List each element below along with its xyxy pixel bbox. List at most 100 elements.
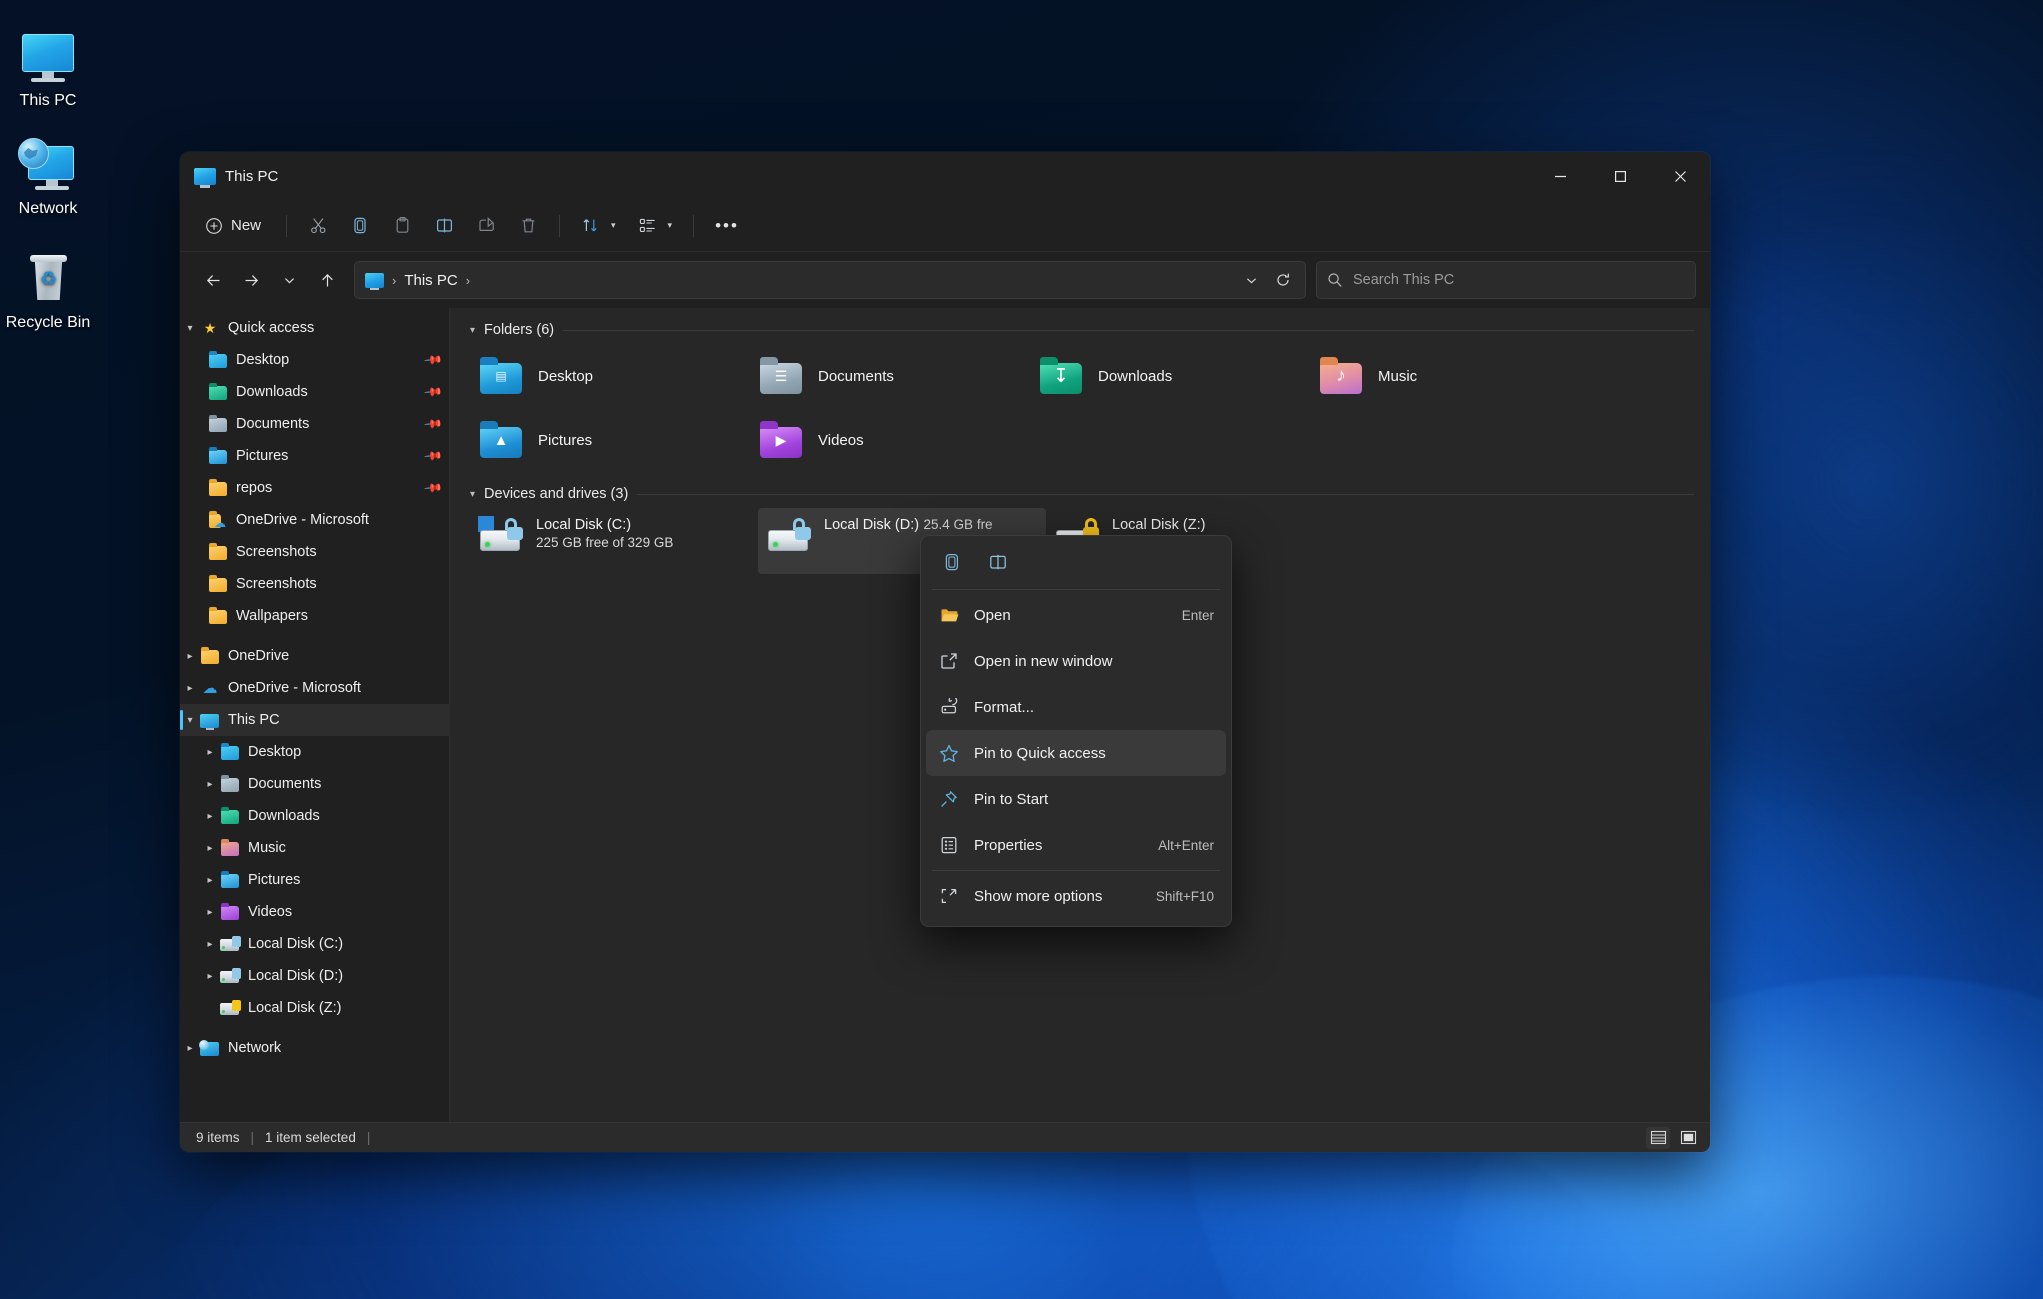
sidebar-group-quick-access[interactable]: ▾ ★ Quick access xyxy=(180,312,449,344)
pin-icon: 📌 xyxy=(423,349,444,371)
sidebar-item-network[interactable]: ▸ Network xyxy=(180,1032,449,1064)
folder-yellow-icon xyxy=(208,478,228,497)
back-button[interactable] xyxy=(194,263,232,297)
chevron-right-icon[interactable]: ▸ xyxy=(200,811,220,822)
group-header-folders[interactable]: ▾ Folders (6) xyxy=(470,322,1694,338)
chevron-down-icon[interactable]: ▾ xyxy=(180,323,200,334)
desktop-icon-recycle-bin[interactable]: ♻ Recycle Bin xyxy=(0,252,101,332)
search-box[interactable]: Search This PC xyxy=(1316,261,1696,299)
sidebar-item-thispc-videos[interactable]: ▸ Videos xyxy=(180,896,449,928)
folder-tile-videos[interactable]: ▶ Videos xyxy=(750,408,1030,472)
context-menu-item-pin-to-quick-access[interactable]: Pin to Quick access xyxy=(926,730,1226,776)
sidebar-item-thispc-documents[interactable]: ▸ Documents xyxy=(180,768,449,800)
chevron-right-icon[interactable]: ▸ xyxy=(200,971,220,982)
chevron-down-icon[interactable]: ▾ xyxy=(470,325,475,336)
chevron-right-icon[interactable]: ▸ xyxy=(180,651,200,662)
view-button[interactable]: ▾ xyxy=(628,208,683,244)
address-bar[interactable]: › This PC › xyxy=(354,261,1306,299)
monitor-icon xyxy=(18,30,78,88)
desktop-icon-network[interactable]: Network xyxy=(0,138,101,218)
sidebar-item-this-pc[interactable]: ▾ This PC xyxy=(180,704,449,736)
drive-free-text: 25.4 GB fre xyxy=(923,517,993,532)
recent-locations-button[interactable] xyxy=(270,263,308,297)
sidebar-item-thispc-downloads[interactable]: ▸ Downloads xyxy=(180,800,449,832)
chevron-right-icon[interactable]: ▸ xyxy=(180,683,200,694)
folder-tile-downloads[interactable]: ↧ Downloads xyxy=(1030,344,1310,408)
new-button[interactable]: New xyxy=(194,208,275,244)
sidebar-item-repos[interactable]: repos 📌 xyxy=(180,472,449,504)
sidebar-item-thispc-desktop[interactable]: ▸ Desktop xyxy=(180,736,449,768)
refresh-button[interactable] xyxy=(1267,265,1299,295)
chevron-right-icon[interactable]: ▸ xyxy=(200,843,220,854)
maximize-button[interactable] xyxy=(1590,152,1650,200)
sidebar-item-desktop[interactable]: Desktop 📌 xyxy=(180,344,449,376)
context-menu-item-properties[interactable]: Properties Alt+Enter xyxy=(926,822,1226,868)
drive-name: Local Disk (C:) xyxy=(536,517,632,533)
group-header-drives[interactable]: ▾ Devices and drives (3) xyxy=(470,486,1694,502)
chevron-right-icon[interactable]: ▸ xyxy=(200,779,220,790)
network-globe-icon xyxy=(18,138,78,196)
window-title: This PC xyxy=(225,167,279,185)
details-view-button[interactable] xyxy=(1646,1126,1670,1149)
folder-green-icon xyxy=(208,382,228,401)
sidebar-item-onedrive-microsoft[interactable]: ☁ OneDrive - Microsoft xyxy=(180,504,449,536)
chevron-right-icon[interactable]: ▸ xyxy=(180,1043,200,1054)
sidebar-item-onedrive[interactable]: ▸ OneDrive xyxy=(180,640,449,672)
chevron-right-icon[interactable]: ▸ xyxy=(200,747,220,758)
sidebar-item-downloads[interactable]: Downloads 📌 xyxy=(180,376,449,408)
cut-button[interactable] xyxy=(298,208,338,244)
delete-button[interactable] xyxy=(508,208,548,244)
search-icon xyxy=(1328,273,1342,287)
sidebar-label: Downloads xyxy=(248,808,320,824)
chevron-right-icon[interactable]: ▸ xyxy=(200,939,220,950)
sidebar-item-local-disk-z[interactable]: Local Disk (Z:) xyxy=(180,992,449,1024)
pin-icon: 📌 xyxy=(423,381,444,403)
address-dropdown-button[interactable] xyxy=(1235,265,1267,295)
sidebar-item-local-disk-d[interactable]: ▸ Local Disk (D:) xyxy=(180,960,449,992)
close-button[interactable] xyxy=(1650,152,1710,200)
sidebar-item-onedrive-microsoft-root[interactable]: ▸ ☁ OneDrive - Microsoft xyxy=(180,672,449,704)
sidebar-item-thispc-pictures[interactable]: ▸ Pictures xyxy=(180,864,449,896)
minimize-button[interactable] xyxy=(1530,152,1590,200)
folder-tile-pictures[interactable]: ▲ Pictures xyxy=(470,408,750,472)
rename-button[interactable] xyxy=(424,208,464,244)
share-button[interactable] xyxy=(466,208,506,244)
rename-button[interactable] xyxy=(976,545,1020,579)
folder-tile-music[interactable]: ♪ Music xyxy=(1310,344,1590,408)
search-input-placeholder[interactable]: Search This PC xyxy=(1353,272,1454,288)
breadcrumb-separator[interactable]: › xyxy=(466,273,470,288)
breadcrumb-separator: › xyxy=(392,272,397,288)
navigation-pane[interactable]: ▾ ★ Quick access Desktop 📌 Downloads 📌 D… xyxy=(180,308,450,1122)
forward-button[interactable] xyxy=(232,263,270,297)
folder-picture-icon xyxy=(208,446,228,465)
folder-tile-documents[interactable]: ☰ Documents xyxy=(750,344,1030,408)
sidebar-item-thispc-music[interactable]: ▸ Music xyxy=(180,832,449,864)
sidebar-item-documents[interactable]: Documents 📌 xyxy=(180,408,449,440)
paste-button[interactable] xyxy=(382,208,422,244)
network-icon xyxy=(199,1039,220,1057)
sidebar-item-screenshots-1[interactable]: Screenshots xyxy=(180,536,449,568)
context-menu-item-show-more-options[interactable]: Show more options Shift+F10 xyxy=(926,873,1226,919)
sidebar-item-pictures[interactable]: Pictures 📌 xyxy=(180,440,449,472)
chevron-right-icon[interactable]: ▸ xyxy=(200,875,220,886)
chevron-right-icon[interactable]: ▸ xyxy=(200,907,220,918)
sidebar-item-wallpapers[interactable]: Wallpapers xyxy=(180,600,449,632)
breadcrumb-this-pc[interactable]: This PC xyxy=(404,272,457,289)
context-menu-item-open-in-new-window[interactable]: Open in new window xyxy=(926,638,1226,684)
desktop-icon-this-pc[interactable]: This PC xyxy=(0,30,101,110)
context-menu-item-pin-to-start[interactable]: Pin to Start xyxy=(926,776,1226,822)
chevron-down-icon[interactable]: ▾ xyxy=(180,715,200,726)
large-icons-view-button[interactable] xyxy=(1676,1127,1700,1149)
folder-tile-desktop[interactable]: ▤ Desktop xyxy=(470,344,750,408)
copy-button[interactable] xyxy=(340,208,380,244)
context-menu-item-open[interactable]: Open Enter xyxy=(926,592,1226,638)
copy-button[interactable] xyxy=(930,545,974,579)
more-button[interactable]: ••• xyxy=(705,208,749,244)
sort-button[interactable]: ▾ xyxy=(571,208,626,244)
context-menu-item-format[interactable]: Format... xyxy=(926,684,1226,730)
up-button[interactable] xyxy=(308,263,346,297)
sidebar-item-local-disk-c[interactable]: ▸ Local Disk (C:) xyxy=(180,928,449,960)
drive-tile-local-disk-c[interactable]: Local Disk (C:) 225 GB free of 329 GB xyxy=(470,508,758,574)
sidebar-item-screenshots-2[interactable]: Screenshots xyxy=(180,568,449,600)
chevron-down-icon[interactable]: ▾ xyxy=(470,489,475,500)
